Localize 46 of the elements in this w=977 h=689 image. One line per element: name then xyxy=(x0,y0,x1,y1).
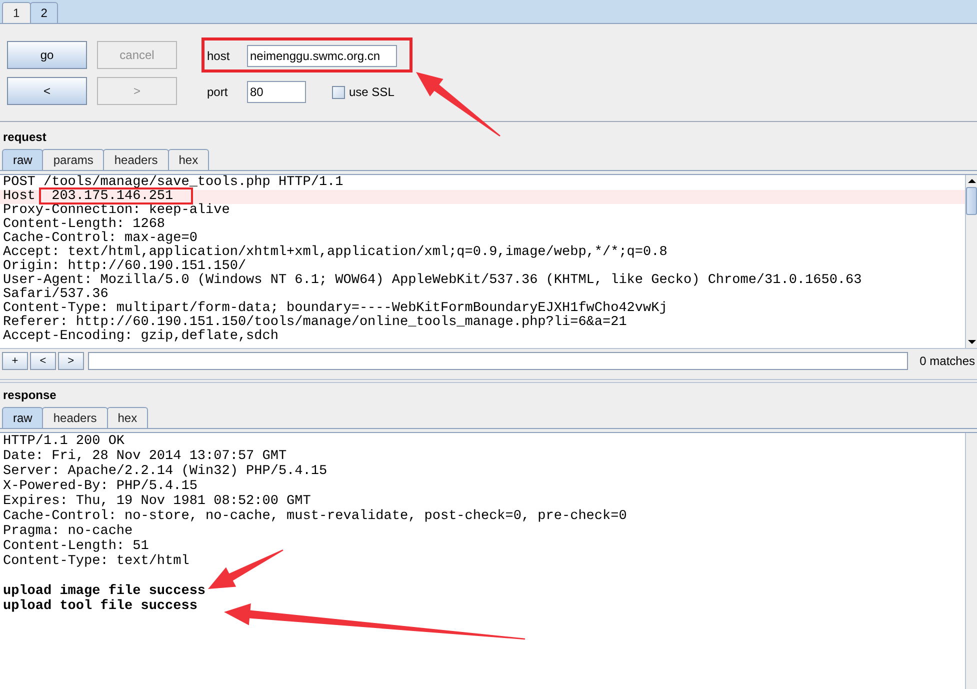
response-line: Cache-Control: no-store, no-cache, must-revalidate, post-check=0, pre-check=0 xyxy=(2,509,628,524)
request-line: Safari/537.36 xyxy=(2,288,110,302)
toolbar-button[interactable]: go xyxy=(7,41,87,69)
tab[interactable]: hex xyxy=(168,149,210,170)
response-line: Content-Type: text/html xyxy=(2,554,190,569)
section-title: request xyxy=(2,129,48,146)
tab[interactable]: raw xyxy=(2,407,44,428)
host-label: host xyxy=(207,48,231,65)
response-line: Pragma: no-cache xyxy=(2,524,134,539)
scroll-thumb[interactable] xyxy=(966,187,977,215)
tab[interactable]: hex xyxy=(106,407,148,428)
request-line: Accept: text/html,application/xhtml+xml,application/xml;q=0.9,image/webp,*/*;q=0.8 xyxy=(2,246,668,260)
request-line: Accept-Encoding: gzip,deflate,sdch xyxy=(2,330,280,344)
request-line: Content-Length: 1268 xyxy=(2,218,166,232)
response-line: Date: Fri, 28 Nov 2014 13:07:57 GMT xyxy=(2,449,288,464)
ssl-checkbox[interactable] xyxy=(332,86,345,98)
port-field[interactable]: 80 xyxy=(247,81,306,103)
search-button[interactable]: > xyxy=(58,352,84,370)
response-line: Expires: Thu, 19 Nov 1981 08:52:00 GMT xyxy=(2,494,312,509)
tab[interactable]: raw xyxy=(2,149,44,170)
request-line: Cache-Control: max-age=0 xyxy=(2,232,198,246)
match-count: 0 matches xyxy=(920,352,975,370)
ssl-label: use SSL xyxy=(349,84,394,101)
toolbar-button[interactable]: < xyxy=(7,77,87,105)
section-title: response xyxy=(2,387,58,404)
response-line: Content-Length: 51 xyxy=(2,539,150,554)
port-label: port xyxy=(207,84,229,101)
response-line: upload image file success xyxy=(2,584,207,599)
tab[interactable]: 2 xyxy=(30,2,58,23)
request-line: Content-Type: multipart/form-data; boundary=----WebKitFormBoundaryEJXH1fwCho42vwKj xyxy=(2,302,668,316)
tab[interactable]: 1 xyxy=(2,2,31,23)
scrollbar[interactable] xyxy=(965,433,977,689)
search-button[interactable]: < xyxy=(30,352,56,370)
request-line: Referer: http://60.190.151.150/tools/manage/online_tools_manage.php?li=6&a=21 xyxy=(2,316,628,330)
response-line: X-Powered-By: PHP/5.4.15 xyxy=(2,479,198,494)
request-line: POST /tools/manage/save_tools.php HTTP/1.1 xyxy=(2,176,344,190)
search-button[interactable]: + xyxy=(2,352,28,370)
host-field[interactable]: neimenggu.swmc.org.cn xyxy=(247,45,397,67)
request-line: User-Agent: Mozilla/5.0 (Windows NT 6.1; WOW64) AppleWebKit/537.36 (KHTML, like Gecko) Chrome/31.0.1650.63 xyxy=(2,274,863,288)
search-field[interactable] xyxy=(88,352,908,370)
response-line: upload tool file success xyxy=(2,599,198,614)
request-line: Proxy-Connection: keep-alive xyxy=(2,204,231,218)
response-line: HTTP/1.1 200 OK xyxy=(2,434,126,449)
scrollbar[interactable] xyxy=(965,175,977,348)
request-line: Origin: http://60.190.151.150/ xyxy=(2,260,246,274)
response-line: Server: Apache/2.2.14 (Win32) PHP/5.4.15 xyxy=(2,464,328,479)
